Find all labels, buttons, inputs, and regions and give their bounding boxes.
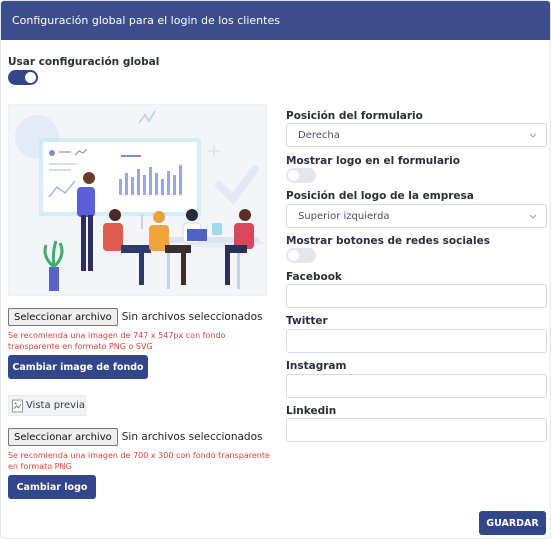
twitter-input[interactable]: [286, 329, 547, 353]
login-config-card: Configuración global para el login de lo…: [0, 0, 551, 539]
toggle-knob: [25, 72, 36, 83]
instagram-label: Instagram: [286, 360, 347, 372]
change-logo-button[interactable]: Cambiar logo: [8, 475, 96, 499]
chevron-down-icon: [529, 214, 537, 219]
logo-file-button[interactable]: Seleccionar archivo: [8, 428, 118, 446]
team-meeting-illustration: [15, 110, 264, 291]
background-hint: Se recomienda una imagen de 747 x 547px …: [8, 331, 226, 351]
card-header: Configuración global para el login de lo…: [1, 1, 550, 40]
toggle-knob: [288, 170, 299, 181]
background-file-button[interactable]: Seleccionar archivo: [8, 308, 118, 326]
global-config-label: Usar configuración global: [8, 56, 160, 68]
logo-hint: Se recomienda una imagen de 700 x 300 co…: [8, 451, 270, 471]
background-image-preview: [8, 104, 267, 296]
background-file-status: Sin archivos seleccionados: [121, 311, 263, 323]
logo-preview: Vista previa: [8, 395, 86, 416]
show-logo-toggle[interactable]: [286, 168, 316, 183]
form-position-label: Posición del formulario: [286, 110, 423, 122]
social-buttons-toggle[interactable]: [286, 248, 316, 263]
instagram-input[interactable]: [286, 374, 547, 398]
page-title: Configuración global para el login de lo…: [12, 14, 280, 27]
background-file-input[interactable]: Seleccionar archivo Sin archivos selecci…: [8, 308, 262, 326]
logo-position-label: Posición del logo de la empresa: [286, 190, 474, 202]
toggle-knob: [288, 250, 299, 261]
global-config-toggle[interactable]: [8, 70, 38, 85]
logo-file-status: Sin archivos seleccionados: [121, 431, 263, 443]
show-logo-label: Mostrar logo en el formulario: [286, 155, 460, 167]
change-background-button[interactable]: Cambiar image de fondo: [8, 355, 148, 379]
logo-preview-alt: Vista previa: [25, 400, 85, 411]
form-position-select[interactable]: Derecha: [286, 123, 547, 147]
social-buttons-label: Mostrar botones de redes sociales: [286, 235, 490, 247]
logo-file-input[interactable]: Seleccionar archivo Sin archivos selecci…: [8, 428, 262, 446]
form-position-value: Derecha: [298, 129, 340, 141]
facebook-label: Facebook: [286, 271, 342, 283]
linkedin-input[interactable]: [286, 418, 547, 442]
logo-position-value: Superior izquierda: [298, 210, 390, 222]
facebook-input[interactable]: [286, 284, 547, 308]
twitter-label: Twitter: [286, 315, 328, 327]
chevron-down-icon: [529, 133, 537, 138]
broken-image-icon: [12, 399, 23, 412]
linkedin-label: Linkedin: [286, 405, 337, 417]
logo-position-select[interactable]: Superior izquierda: [286, 204, 547, 228]
save-button[interactable]: GUARDAR: [479, 511, 546, 535]
